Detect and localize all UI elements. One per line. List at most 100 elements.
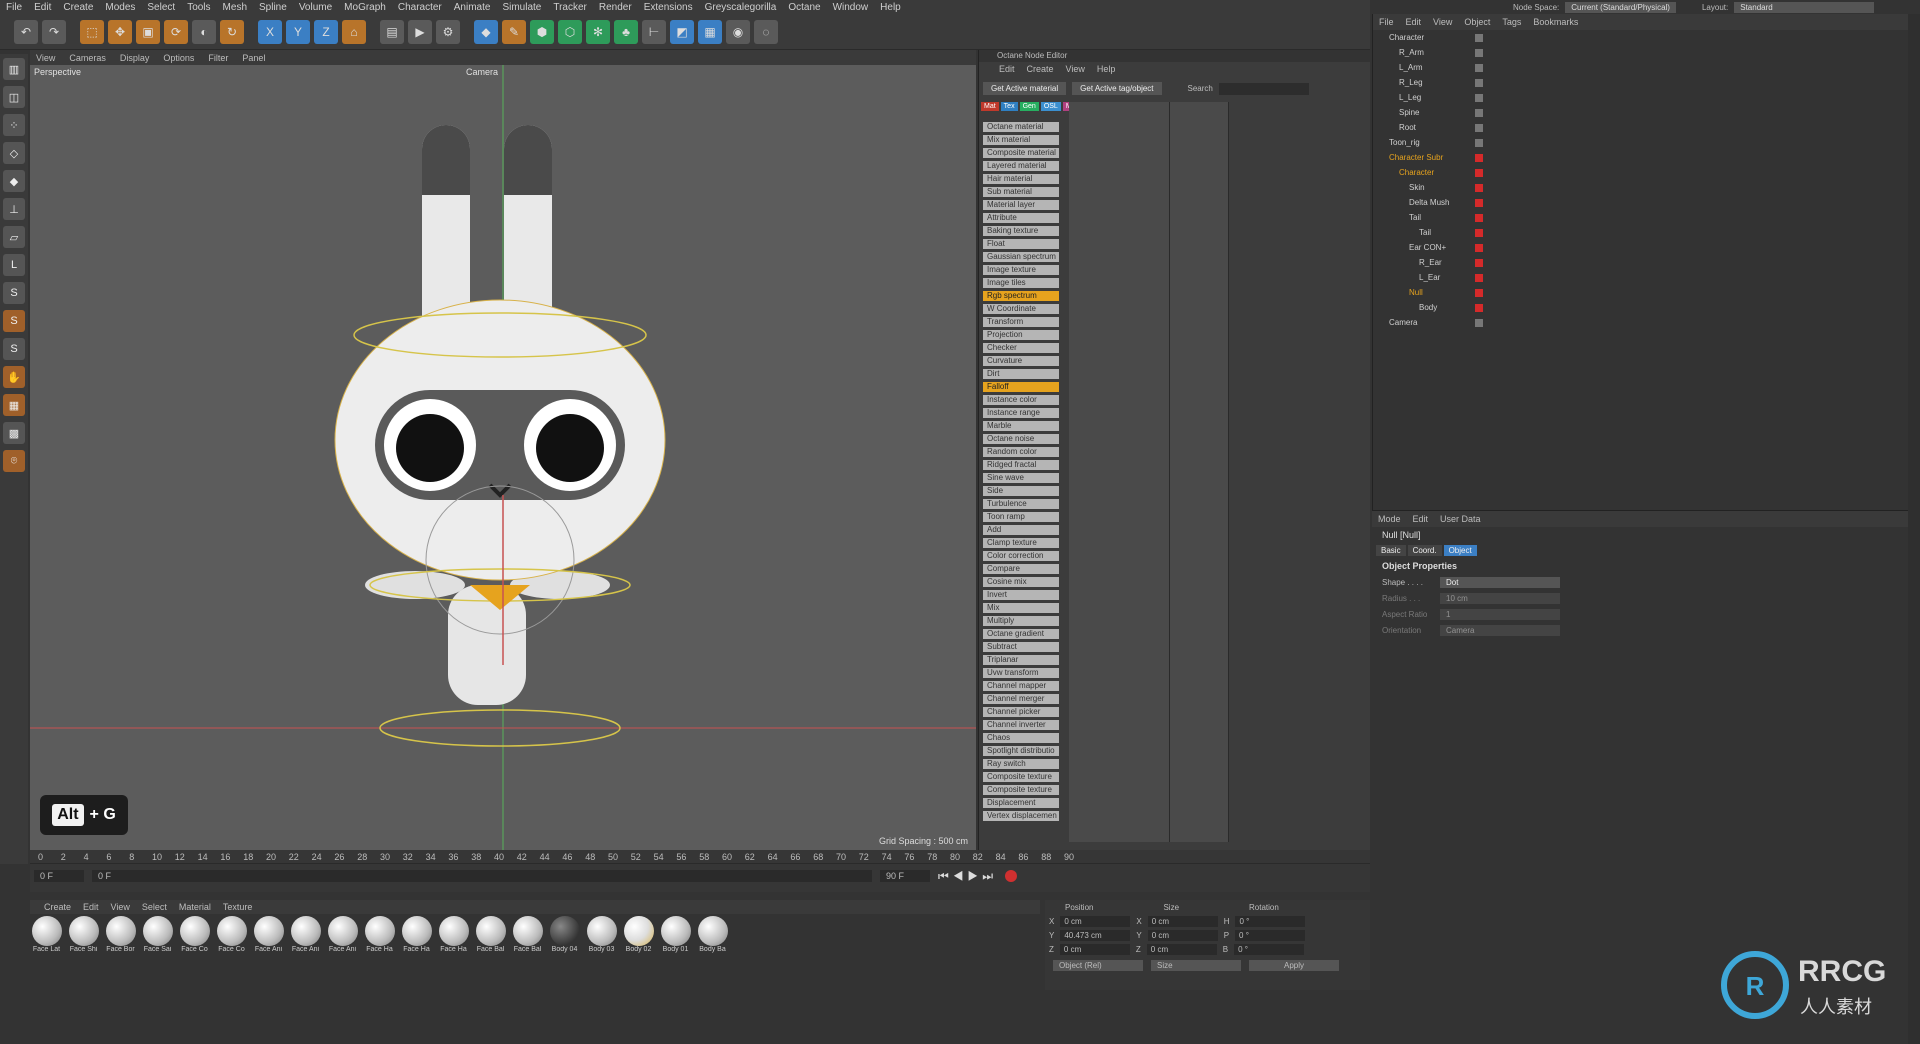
rotate-tool-icon[interactable]: ⟳ [164,19,188,44]
node-menu-create[interactable]: Create [1027,64,1054,74]
node-space-dropdown[interactable]: Current (Standard/Physical) [1565,1,1676,13]
node-item[interactable]: Gaussian spectrum [983,252,1059,262]
object-row[interactable]: Spine [1381,105,1920,120]
viewport-menu-cameras[interactable]: Cameras [69,53,106,63]
object-menu-view[interactable]: View [1433,17,1452,27]
redo-icon[interactable]: ↷ [42,19,66,44]
play-controls[interactable]: ⏮◀▶⏭ [938,869,997,884]
polygons-mode-icon[interactable]: ◆ [3,170,25,192]
menu-octane[interactable]: Octane [788,2,820,13]
menu-mesh[interactable]: Mesh [223,2,247,13]
object-row[interactable]: Toon_rig [1381,135,1920,150]
render-view-icon[interactable]: ▶ [408,19,432,44]
visibility-flag[interactable] [1475,213,1483,222]
node-item[interactable]: Curvature [983,356,1059,366]
viewport[interactable]: Perspective Camera Grid Spacing : 500 cm [30,65,976,850]
visibility-flag[interactable] [1475,318,1483,327]
workplane-icon[interactable]: ▦ [3,394,25,416]
node-item[interactable]: Channel inverter [983,720,1059,730]
side-tabs[interactable] [1908,14,1920,1044]
visibility-flag[interactable] [1475,108,1483,117]
material-menu-select[interactable]: Select [142,902,167,912]
current-frame-field[interactable]: 0 F [92,870,872,882]
node-item[interactable]: Chaos [983,733,1059,743]
material-swatch[interactable]: Body 02 [622,916,655,964]
menu-tracker[interactable]: Tracker [553,2,587,13]
property-value[interactable]: Camera [1440,624,1560,636]
node-tab-mat[interactable]: Mat [981,102,999,111]
attr-tab-coord[interactable]: Coord. [1407,545,1442,556]
material-swatch[interactable]: Body 03 [585,916,618,964]
property-value[interactable]: 1 [1440,608,1560,620]
visibility-flag[interactable] [1475,258,1483,267]
menu-animate[interactable]: Animate [454,2,491,13]
node-item[interactable]: Ray switch [983,759,1059,769]
material-swatch[interactable]: Face Bal [511,916,544,964]
y-axis-lock[interactable]: Y [286,19,310,44]
node-item[interactable]: Turbulence [983,499,1059,509]
solo-hierarchy-icon[interactable]: S [3,310,25,332]
node-tab-tex[interactable]: Tex [1000,102,1018,111]
node-item[interactable]: Marble [983,421,1059,431]
menu-edit[interactable]: Edit [34,2,51,13]
node-item[interactable]: Instance color [983,395,1059,405]
node-item[interactable]: Clamp texture [983,538,1059,548]
material-menu-edit[interactable]: Edit [83,902,99,912]
node-canvas[interactable] [1069,102,1229,842]
material-swatch[interactable]: Face Ani [289,916,322,964]
points-mode-icon[interactable]: ⁘ [3,114,25,136]
menu-greyscalegorilla[interactable]: Greyscalegorilla [705,2,777,13]
select-tool-icon[interactable]: ⬚ [80,19,104,44]
menu-help[interactable]: Help [880,2,901,13]
size-mode-dropdown[interactable]: Size [1151,960,1241,971]
visibility-flag[interactable] [1475,168,1483,177]
node-item[interactable]: Spotlight distributio [983,746,1059,756]
node-item[interactable]: Composite texture [983,785,1059,795]
deformer-icon[interactable]: ♣ [614,19,638,44]
object-row[interactable]: Skin [1381,180,1920,195]
solo-off-icon[interactable]: S [3,338,25,360]
property-value[interactable]: 10 cm [1440,592,1560,604]
menu-window[interactable]: Window [833,2,869,13]
property-value[interactable]: Dot [1440,576,1560,588]
node-item[interactable]: Material layer [983,200,1059,210]
material-swatch[interactable]: Face Co [178,916,211,964]
timeline-ruler[interactable]: 0 2 4 6 8 10 12 14 16 18 20 22 24 26 28 30 32 34 36 38 40 42 4… [30,850,1370,864]
viewport-menu-view[interactable]: View [36,53,55,63]
material-menu-create[interactable]: Create [44,902,71,912]
node-item[interactable]: Composite texture [983,772,1059,782]
visibility-flag[interactable] [1475,243,1483,252]
render-settings-icon[interactable]: ⚙ [436,19,460,44]
object-row[interactable]: Character [1381,165,1920,180]
viewport-menu-options[interactable]: Options [163,53,194,63]
node-search-input[interactable] [1218,82,1309,95]
viewport-menu-display[interactable]: Display [120,53,150,63]
visibility-flag[interactable] [1475,63,1483,72]
paint-icon[interactable]: ✋ [3,366,25,388]
node-item[interactable]: Image texture [983,265,1059,275]
record-icon[interactable] [1005,870,1018,882]
node-item[interactable]: Random color [983,447,1059,457]
object-row[interactable]: Root [1381,120,1920,135]
attr-menu-mode[interactable]: Mode [1378,514,1401,524]
visibility-flag[interactable] [1475,48,1483,57]
texture-mode-icon[interactable]: ◫ [3,86,25,108]
coord-value[interactable]: 0 cm [1059,943,1130,955]
x-axis-lock[interactable]: X [258,19,282,44]
object-menu-bookmarks[interactable]: Bookmarks [1533,17,1578,27]
visibility-flag[interactable] [1475,273,1483,282]
material-swatch[interactable]: Face Ani [326,916,359,964]
node-item[interactable]: Compare [983,564,1059,574]
visibility-flag[interactable] [1475,138,1483,147]
object-row[interactable]: Tail [1381,225,1920,240]
uv-mode-icon[interactable]: ▱ [3,226,25,248]
snap-icon[interactable]: L [3,254,25,276]
get-active-material-button[interactable]: Get Active material [983,82,1067,95]
coord-value[interactable]: 0 cm [1146,943,1217,955]
visibility-flag[interactable] [1475,288,1483,297]
node-item[interactable]: Baking texture [983,226,1059,236]
object-menu-object[interactable]: Object [1464,17,1490,27]
recent-tools-icon[interactable]: ↻ [220,19,244,44]
material-swatch[interactable]: Face Lat [30,916,63,964]
menu-simulate[interactable]: Simulate [502,2,541,13]
